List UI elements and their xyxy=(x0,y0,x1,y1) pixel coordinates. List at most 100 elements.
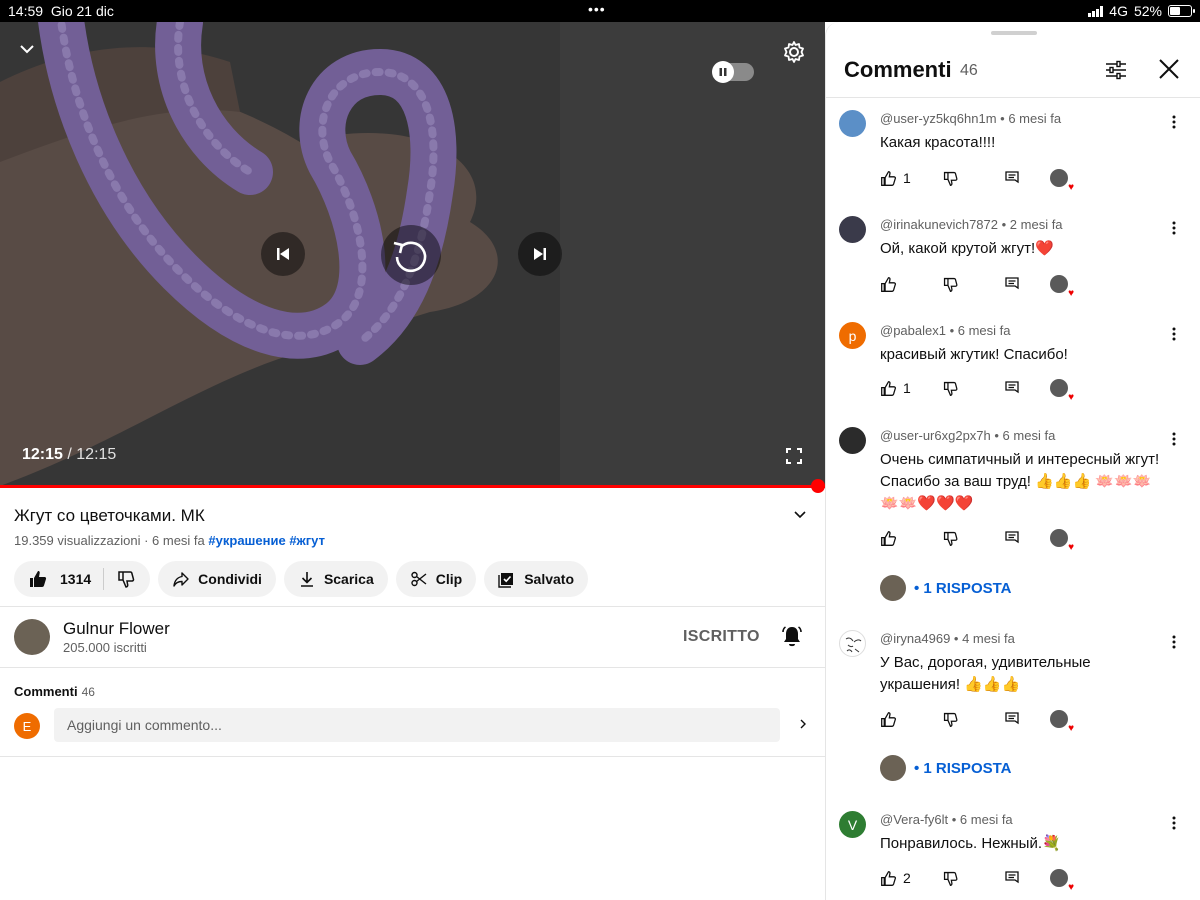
filter-sliders-icon[interactable] xyxy=(1105,59,1127,86)
comment-like-button[interactable] xyxy=(880,276,942,293)
commenter-avatar[interactable]: V xyxy=(839,811,866,838)
hashtag-link[interactable]: #жгут xyxy=(289,533,325,548)
more-options-icon[interactable] xyxy=(1166,322,1182,346)
add-comment-input[interactable]: Aggiungi un commento... xyxy=(54,708,780,742)
download-button[interactable]: Scarica xyxy=(283,561,388,597)
signal-icon xyxy=(1088,5,1104,17)
progress-bar[interactable] xyxy=(0,485,825,488)
commenter-avatar[interactable] xyxy=(839,427,866,454)
commenter-avatar[interactable]: p xyxy=(839,322,866,349)
status-time: 14:59 Gio 21 dic xyxy=(8,3,114,19)
drag-handle[interactable] xyxy=(991,31,1037,35)
comment-author[interactable]: @irinakunevich7872 xyxy=(880,217,998,232)
comments-header[interactable]: Commenti 46 xyxy=(14,684,95,699)
commenter-avatar[interactable] xyxy=(839,630,866,657)
download-icon xyxy=(300,572,313,587)
progress-scrubber[interactable] xyxy=(811,479,825,493)
comment-like-button[interactable] xyxy=(880,530,942,547)
replay-button[interactable] xyxy=(381,225,441,285)
thumbs-down-icon xyxy=(943,531,958,546)
previous-video-button[interactable] xyxy=(261,232,305,276)
multitasking-dots-icon[interactable]: ••• xyxy=(588,1,606,17)
next-video-button[interactable] xyxy=(518,232,562,276)
save-button[interactable]: Salvato xyxy=(484,561,589,597)
subscribed-button[interactable]: ISCRITTO xyxy=(683,628,760,646)
chevron-right-icon[interactable] xyxy=(797,717,809,735)
comment-reply-button[interactable] xyxy=(1005,531,1050,545)
like-button[interactable]: 1314 xyxy=(28,569,91,589)
comment-reply-button[interactable] xyxy=(1005,381,1050,395)
comment-like-button[interactable]: 1 xyxy=(880,170,942,187)
notification-bell-icon[interactable] xyxy=(780,624,804,653)
comment-text: У Вас, дорогая, удивительные украшения! … xyxy=(880,654,1091,693)
network-type: 4G xyxy=(1109,3,1128,19)
comment-author[interactable]: @user-ur6xg2px7h xyxy=(880,428,991,443)
comment-author[interactable]: @Vera-fy6lt xyxy=(880,812,948,827)
comment-dislike-button[interactable] xyxy=(942,530,1005,547)
comment-author[interactable]: @iryna4969 xyxy=(880,631,950,646)
channel-name[interactable]: Gulnur Flower xyxy=(63,619,170,639)
channel-avatar[interactable] xyxy=(14,619,50,655)
creator-heart-icon: ♥ xyxy=(1050,275,1074,299)
comment-author[interactable]: @user-yz5kq6hn1m xyxy=(880,111,997,126)
comment-text: красивый жгутик! Спасибо! xyxy=(880,346,1068,363)
clip-button[interactable]: Clip xyxy=(395,561,477,597)
settings-gear-icon[interactable] xyxy=(780,38,808,66)
creator-heart-icon: ♥ xyxy=(1050,529,1074,553)
view-replies-button[interactable]: • 1 RISPOSTA xyxy=(880,755,1012,781)
dislike-button[interactable] xyxy=(116,569,136,589)
current-time: 12:15 xyxy=(22,446,63,463)
view-replies-button[interactable]: • 1 RISPOSTA xyxy=(880,575,1012,601)
comment-reply-button[interactable] xyxy=(1005,277,1050,291)
comment-actions: ♥ xyxy=(880,526,1074,553)
comment-dislike-button[interactable] xyxy=(942,870,1005,887)
comment-reply-button[interactable] xyxy=(1005,871,1050,885)
share-button[interactable]: Condividi xyxy=(158,561,276,597)
more-options-icon[interactable] xyxy=(1166,630,1182,654)
close-icon[interactable] xyxy=(1158,58,1180,85)
more-options-icon[interactable] xyxy=(1166,427,1182,451)
comment-like-button[interactable]: 2 xyxy=(880,870,942,887)
scissors-icon xyxy=(411,571,427,587)
reply-comment-icon xyxy=(1005,871,1019,884)
creator-heart-icon: ♥ xyxy=(1050,379,1074,403)
autoplay-toggle[interactable] xyxy=(712,61,754,83)
fullscreen-icon[interactable] xyxy=(783,445,805,467)
thumbs-up-icon xyxy=(881,380,897,396)
commenter-avatar[interactable] xyxy=(839,110,866,137)
thumbs-up-icon xyxy=(881,276,897,292)
video-title: Жгут со цветочками. МК xyxy=(14,506,205,525)
like-count: 1314 xyxy=(60,571,92,587)
minimize-chevron-icon[interactable] xyxy=(14,36,40,62)
thumbs-up-icon xyxy=(881,870,897,886)
like-dislike-group: 1314 xyxy=(14,561,151,597)
video-player[interactable]: 12:15 / 12:15 xyxy=(0,22,825,486)
comment-dislike-button[interactable] xyxy=(942,380,1005,397)
thumbs-up-filled-icon xyxy=(30,571,47,587)
comment-dislike-button[interactable] xyxy=(942,276,1005,293)
comment-like-button[interactable]: 1 xyxy=(880,380,942,397)
comment-reply-button[interactable] xyxy=(1005,712,1050,726)
more-options-icon[interactable] xyxy=(1166,811,1182,835)
thumbs-down-icon xyxy=(118,571,135,588)
comments-panel: Commenti 46 @user-yz5kq6hn1m • 6 mesi fa… xyxy=(825,22,1200,900)
comment-time: • 6 mesi fa xyxy=(949,323,1011,338)
comment-like-button[interactable] xyxy=(880,711,942,728)
comment-header: @user-yz5kq6hn1m • 6 mesi fa xyxy=(880,111,1061,126)
comment-author[interactable]: @pabalex1 xyxy=(880,323,946,338)
reply-comment-icon xyxy=(1005,531,1019,544)
hashtag-link[interactable]: #украшение xyxy=(208,533,285,548)
commenter-avatar[interactable] xyxy=(839,216,866,243)
thumbs-up-icon xyxy=(881,711,897,727)
creator-heart-icon: ♥ xyxy=(1050,169,1074,193)
comment-header: @irinakunevich7872 • 2 mesi fa xyxy=(880,217,1063,232)
view-count: 19.359 visualizzazioni xyxy=(14,533,141,548)
comment-dislike-button[interactable] xyxy=(942,711,1005,728)
comment-reply-button[interactable] xyxy=(1005,171,1050,185)
comment-dislike-button[interactable] xyxy=(942,170,1005,187)
expand-description-chevron-icon[interactable] xyxy=(792,506,808,527)
more-options-icon[interactable] xyxy=(1166,110,1182,134)
comment-actions: 1 ♥ xyxy=(880,376,1074,403)
more-options-icon[interactable] xyxy=(1166,216,1182,240)
panel-divider xyxy=(826,97,1200,98)
